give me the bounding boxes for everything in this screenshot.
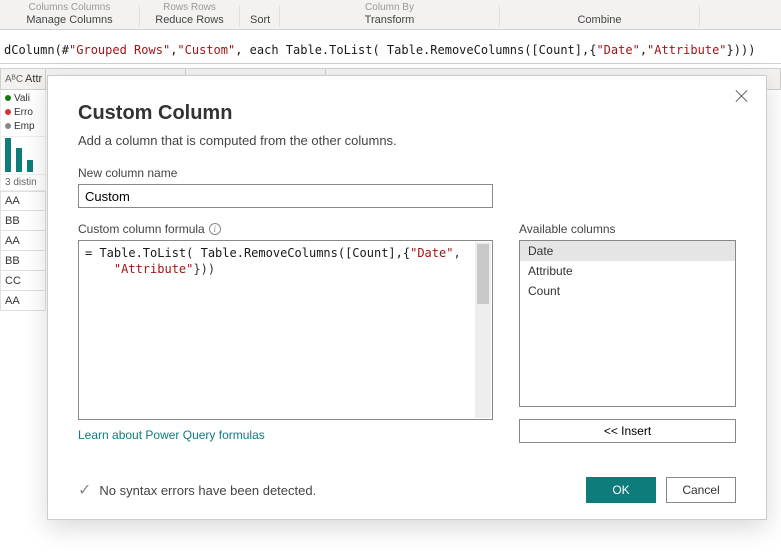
learn-link[interactable]: Learn about Power Query formulas	[78, 428, 493, 442]
distribution-bars	[0, 137, 46, 175]
scrollbar[interactable]	[475, 242, 491, 418]
formula-text: "Grouped Rows"	[69, 43, 170, 57]
available-columns-label: Available columns	[519, 222, 736, 236]
new-column-name-label: New column name	[78, 166, 736, 180]
cancel-button[interactable]: Cancel	[666, 477, 736, 503]
available-column-item[interactable]: Count	[520, 281, 735, 301]
ribbon-label: Manage Columns	[10, 13, 129, 27]
scrollbar-thumb[interactable]	[477, 244, 489, 304]
status-text: No syntax errors have been detected.	[99, 483, 316, 498]
abc-icon: AᴮC	[5, 74, 23, 85]
ribbon-group[interactable]: Combine	[500, 5, 700, 27]
close-icon[interactable]	[734, 88, 750, 104]
ribbon-label: Transform	[290, 13, 489, 27]
formula-text: ,	[453, 246, 460, 260]
distinct-count: 3 distin	[0, 175, 46, 191]
available-column-item[interactable]: Attribute	[520, 261, 735, 281]
ribbon-group[interactable]: Column ByTransform	[280, 5, 500, 27]
stat-empty: Emp	[14, 121, 35, 132]
formula-editor[interactable]: = Table.ToList( Table.RemoveColumns([Cou…	[78, 240, 493, 420]
column-stats: Vali Erro Emp	[0, 90, 46, 137]
info-icon[interactable]: i	[209, 223, 221, 235]
formula-text: "Attribute"	[647, 43, 726, 57]
table-cell[interactable]: AA	[0, 191, 46, 211]
stat-valid: Vali	[14, 93, 30, 104]
column-header[interactable]: AᴮC Attr	[0, 68, 46, 90]
error-dot-icon	[5, 109, 11, 115]
ribbon-label: Reduce Rows	[150, 13, 229, 27]
formula-text: , each Table.ToList( Table.RemoveColumns…	[235, 43, 596, 57]
formula-text: }))	[193, 262, 215, 276]
table-cell[interactable]: AA	[0, 291, 46, 311]
stat-error: Erro	[14, 107, 33, 118]
ribbon-label: Sort	[250, 13, 269, 27]
formula-label: Custom column formula i	[78, 222, 493, 236]
table-cell[interactable]: CC	[0, 271, 46, 291]
formula-text: })))	[727, 43, 756, 57]
table-cell[interactable]: BB	[0, 211, 46, 231]
formula-text: "Custom"	[177, 43, 235, 57]
formula-text: = Table.ToList( Table.RemoveColumns([Cou…	[85, 246, 410, 260]
formula-text	[85, 262, 114, 276]
ribbon-hint: Column By	[290, 3, 489, 13]
ribbon-label: Combine	[510, 13, 689, 27]
dialog-subtitle: Add a column that is computed from the o…	[78, 133, 736, 148]
formula-text: ,	[170, 43, 177, 57]
bar	[27, 160, 33, 172]
formula-text: "Date"	[596, 43, 639, 57]
data-preview-column: AᴮC Attr Vali Erro Emp 3 distin AABBAABB…	[0, 68, 46, 368]
ribbon-hint: Rows Rows	[150, 3, 229, 13]
formula-label-text: Custom column formula	[78, 222, 205, 236]
table-cell[interactable]: BB	[0, 251, 46, 271]
formula-text: "Date"	[410, 246, 453, 260]
formula-text: ,	[640, 43, 647, 57]
empty-dot-icon	[5, 123, 11, 129]
table-cell[interactable]: AA	[0, 231, 46, 251]
dialog-title: Custom Column	[78, 102, 736, 125]
column-label: Attr	[25, 73, 42, 85]
insert-button[interactable]: << Insert	[519, 419, 736, 443]
ribbon-group[interactable]: Sort	[240, 5, 280, 27]
new-column-name-input[interactable]	[78, 184, 493, 208]
custom-column-dialog: Custom Column Add a column that is compu…	[47, 75, 767, 520]
check-icon: ✓	[78, 480, 91, 500]
formula-text: dColumn(#	[4, 43, 69, 57]
valid-dot-icon	[5, 95, 11, 101]
formula-bar[interactable]: dColumn(#"Grouped Rows", "Custom", each …	[0, 36, 781, 64]
ribbon-group[interactable]: Columns ColumnsManage Columns	[0, 5, 140, 27]
bar	[5, 138, 11, 172]
available-column-item[interactable]: Date	[520, 241, 735, 261]
bar	[16, 148, 22, 172]
ribbon-group[interactable]: Rows RowsReduce Rows	[140, 5, 240, 27]
formula-text: "Attribute"	[114, 262, 193, 276]
ribbon-groups: Columns ColumnsManage ColumnsRows RowsRe…	[0, 5, 781, 27]
ok-button[interactable]: OK	[586, 477, 656, 503]
available-columns-list[interactable]: DateAttributeCount	[519, 240, 736, 407]
preview-cells: AABBAABBCCAA	[0, 191, 46, 311]
ribbon-hint: Columns Columns	[10, 3, 129, 13]
